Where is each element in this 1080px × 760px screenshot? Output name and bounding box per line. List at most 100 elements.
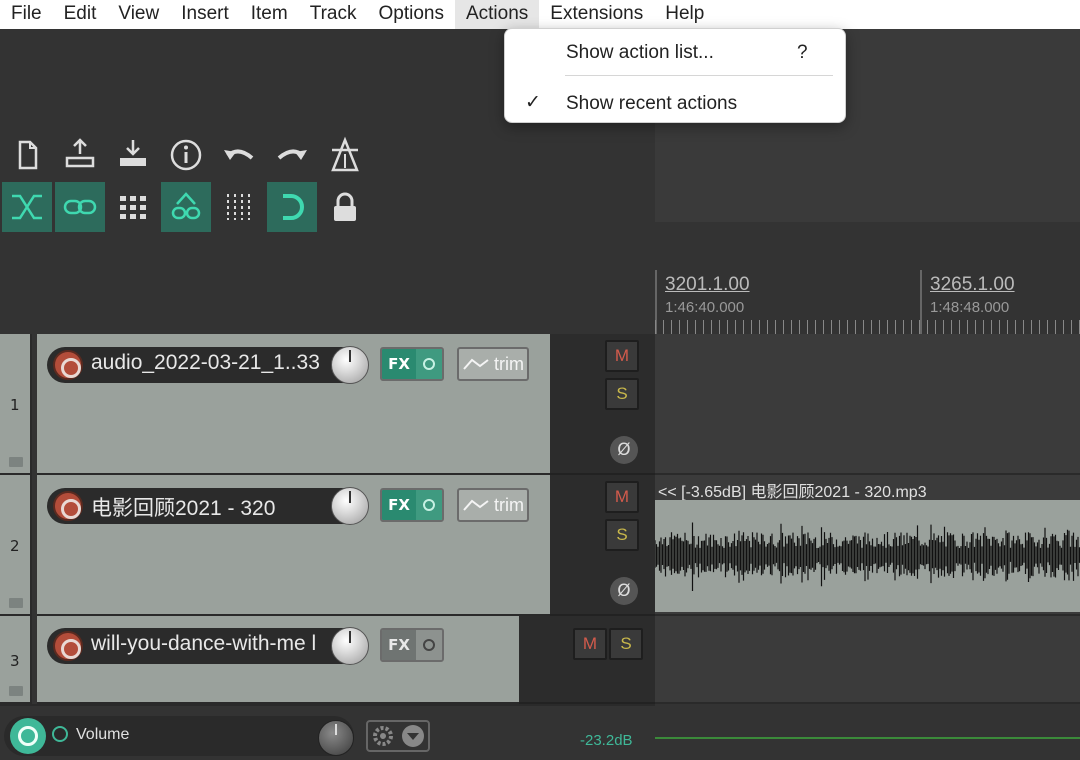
master-volume-knob[interactable] [318,720,354,756]
actions-dropdown-menu: Show action list... ? ✓ Show recent acti… [504,28,846,123]
lock-icon[interactable] [320,182,370,232]
folder-icon[interactable] [9,686,23,696]
track-panel-2[interactable]: 电影回顾2021 - 320 FX trim [37,475,550,616]
media-item[interactable] [654,500,1080,612]
volume-knob[interactable] [331,627,369,665]
redo-icon[interactable] [267,130,317,180]
ruler-time-label: 1:46:40.000 [665,299,745,316]
folder-icon[interactable] [9,457,23,467]
track-name-box[interactable]: audio_2022-03-21_1..33 [47,347,361,383]
menu-edit[interactable]: Edit [53,0,108,29]
fx-label: FX [382,630,416,660]
save-project-icon[interactable] [108,130,158,180]
menu-help[interactable]: Help [654,0,715,29]
trim-button[interactable]: trim [457,347,529,381]
ruler-ticks [655,320,1080,334]
fx-label: FX [382,490,416,520]
track-number-2[interactable]: 2 [0,475,32,616]
grid-icon[interactable] [108,182,158,232]
solo-button[interactable]: S [609,628,643,660]
track-2-controls: M S Ø [550,475,655,616]
link-icon[interactable] [55,182,105,232]
menu-insert[interactable]: Insert [170,0,240,29]
menu-extensions[interactable]: Extensions [539,0,654,29]
mute-button[interactable]: M [605,340,639,372]
trim-button[interactable]: trim [457,488,529,522]
track-number-label: 3 [10,652,20,670]
master-db-readout: -23.2dB [580,732,633,749]
record-arm-button[interactable] [53,631,83,661]
menu-actions[interactable]: Actions [454,0,540,29]
track-name[interactable]: will-you-dance-with-me l [91,632,316,656]
snap-grid-icon[interactable] [214,182,264,232]
fx-bypass-icon[interactable] [416,630,442,660]
track-name[interactable]: audio_2022-03-21_1..33 [91,351,320,375]
trim-label: trim [494,353,524,374]
undo-icon[interactable] [214,130,264,180]
gear-icon [373,726,393,746]
mute-button[interactable]: M [605,481,639,513]
fx-bypass-icon[interactable] [416,490,442,520]
track-name-box[interactable]: will-you-dance-with-me l [47,628,361,664]
project-info-icon[interactable] [161,130,211,180]
mute-button[interactable]: M [573,628,607,660]
show-recent-actions-label: Show recent actions [566,93,738,114]
volume-knob[interactable] [331,346,369,384]
record-arm-button[interactable] [53,491,83,521]
envelope-link-icon[interactable] [161,182,211,232]
track-lane-1[interactable] [655,334,1080,475]
new-project-icon[interactable] [2,130,52,180]
envelope-icon [463,358,489,370]
media-item-label: << [-3.65dB] 电影回顾2021 - 320.mp3 [658,484,927,501]
menu-item[interactable]: Item [240,0,299,29]
master-volume-bar[interactable]: Volume [4,716,354,756]
waveform-path [654,522,1080,591]
track-number-3[interactable]: 3 [0,616,32,704]
phase-invert-button[interactable]: Ø [610,577,638,605]
fx-button[interactable]: FX [380,347,444,381]
track-1-controls: M S Ø [550,334,655,475]
fx-label: FX [382,349,416,379]
menu-separator [565,75,833,76]
show-recent-actions-item[interactable]: ✓ Show recent actions [505,84,847,124]
record-arm-button[interactable] [53,350,83,380]
menu-view[interactable]: View [107,0,170,29]
track-name[interactable]: 电影回顾2021 - 320 [91,492,275,522]
fx-button[interactable]: FX [380,488,444,522]
metronome-icon[interactable] [320,130,370,180]
track-name-box[interactable]: 电影回顾2021 - 320 [47,488,361,524]
timeline-ruler[interactable]: 3201.1.00 1:46:40.000 3265.1.00 1:48:48.… [655,270,1080,334]
master-volume-label: Volume [76,726,130,743]
menu-file[interactable]: File [0,0,53,29]
track-3-controls: M S [519,616,655,704]
menu-options[interactable]: Options [368,0,455,29]
show-action-list-label: Show action list... [566,42,714,63]
fx-button[interactable]: FX [380,628,444,662]
master-lane[interactable] [655,704,1080,760]
menu-track[interactable]: Track [299,0,368,29]
track-panel-3[interactable]: will-you-dance-with-me l FX [37,616,519,704]
master-record-icon[interactable] [10,718,46,754]
audio-waveform [654,522,1080,591]
show-action-list-item[interactable]: Show action list... ? [505,33,847,73]
envelope-settings-button[interactable] [366,720,430,752]
folder-icon[interactable] [9,598,23,608]
menu-bar: File Edit View Insert Item Track Options… [0,0,1080,29]
ruler-time-label: 1:48:48.000 [930,299,1010,316]
track-panel-1[interactable]: audio_2022-03-21_1..33 FX trim [37,334,550,475]
volume-knob[interactable] [331,487,369,525]
ruler-bar-label: 3201.1.00 [665,274,750,295]
solo-button[interactable]: S [605,519,639,551]
fx-bypass-icon[interactable] [416,349,442,379]
track-number-1[interactable]: 1 [0,334,32,475]
trim-label: trim [494,494,524,515]
open-project-icon[interactable] [55,130,105,180]
snap-magnet-icon[interactable] [267,182,317,232]
ripple-edit-icon[interactable] [2,182,52,232]
track-lane-3[interactable] [655,616,1080,704]
solo-button[interactable]: S [605,378,639,410]
track-number-label: 1 [10,396,20,414]
power-icon[interactable] [52,726,68,742]
phase-invert-button[interactable]: Ø [610,436,638,464]
check-icon: ✓ [525,92,541,113]
